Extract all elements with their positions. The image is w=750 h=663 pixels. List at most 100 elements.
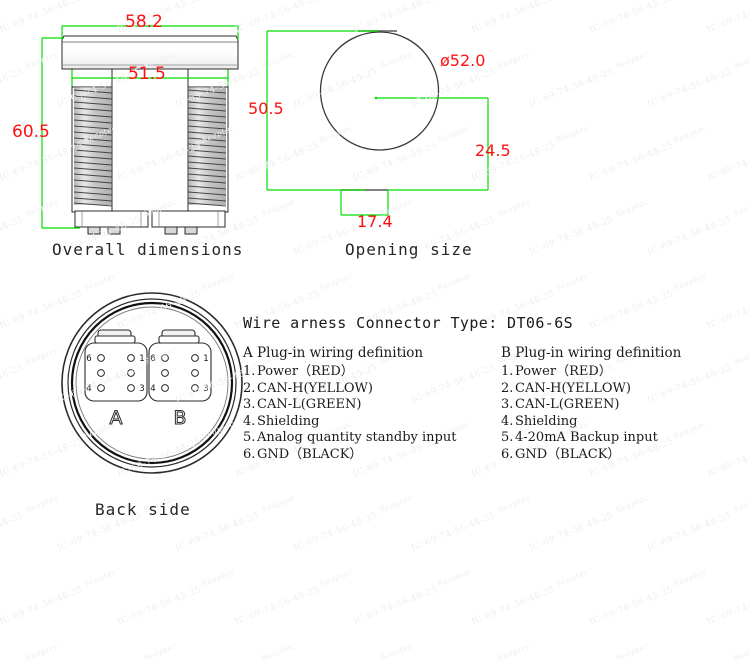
dimension-opening-offset: 24.5 <box>475 141 511 160</box>
list-item: 3. CAN-L(GREEN) <box>243 397 483 414</box>
pin-label: GND（BLACK） <box>515 446 621 462</box>
connector-b-label: B <box>173 407 186 429</box>
back-side-view: 6 1 4 3 6 1 4 3 A B <box>55 288 250 487</box>
watermark-code: IC-69-74-56-48-25 <box>470 584 558 628</box>
wiring-column-b-title: B Plug-in wiring definition <box>501 345 682 361</box>
watermark-code: IC-69-74-56-48-25 <box>588 0 676 36</box>
watermark-code: IC-69-74-56-48-25 <box>292 510 380 554</box>
watermark-brand: Seaptec <box>200 567 236 589</box>
list-item: 6. GND（BLACK） <box>501 447 741 464</box>
list-item: 4. Shielding <box>501 414 741 431</box>
svg-text:1: 1 <box>203 354 208 364</box>
watermark-code: IC-69-74-56-48-25 <box>528 510 616 554</box>
pin-number: 3. <box>501 397 514 413</box>
wiring-definition-block: Wire arness Connector Type: DT06-6S A Pl… <box>243 314 748 464</box>
sensor-threaded-body <box>71 68 229 213</box>
list-item: 5. Analog quantity standby input <box>243 430 483 447</box>
watermark-code: IC-69-74-56-48-25 <box>646 214 734 258</box>
pin-number: 5. <box>243 430 256 446</box>
list-item: 4. Shielding <box>243 414 483 431</box>
caption-overall-dimensions: Overall dimensions <box>52 240 244 259</box>
watermark-brand: Seaptec <box>614 493 650 515</box>
pin-number: 4. <box>243 413 256 429</box>
watermark-brand: Seaptec <box>24 641 60 663</box>
svg-text:3: 3 <box>139 384 144 394</box>
watermark-brand: Seaptec <box>614 197 650 219</box>
watermark-brand: Seaptec <box>554 123 590 145</box>
pin-number: 5. <box>501 430 514 446</box>
dimension-opening-flat: 17.4 <box>357 212 393 231</box>
dimension-width-thread: 51.5 <box>128 64 166 84</box>
watermark-code: IC-69-74-56-48-25 <box>588 584 676 628</box>
pin-label: CAN-H(YELLOW) <box>257 380 373 396</box>
pin-label: CAN-H(YELLOW) <box>515 380 631 396</box>
pin-label: CAN-L(GREEN) <box>515 397 620 413</box>
pin-label: Power（RED） <box>515 364 612 379</box>
watermark-brand: Seaptec <box>732 641 750 663</box>
dimension-height-overall: 60.5 <box>12 122 50 142</box>
pin-number: 4. <box>501 413 514 429</box>
watermark-brand: Seaptec <box>378 493 414 515</box>
watermark-brand: Seaptec <box>672 567 708 589</box>
wiring-column-b: B Plug-in wiring definition 1. Power（RED）… <box>501 345 741 464</box>
pin-number: 6. <box>243 446 256 462</box>
watermark-code: IC-69-74-56-48-25 <box>528 66 616 110</box>
rear-connector-blocks <box>74 210 226 235</box>
watermark-brand: Seaptec <box>732 197 750 219</box>
pin-label: Shielding <box>257 413 320 429</box>
watermark-code: IC-69-74-56-48-25 <box>0 510 26 554</box>
pin-label: Shielding <box>515 413 578 429</box>
pin-label: Analog quantity standby input <box>257 430 457 446</box>
watermark-code: IC-69-74-56-48-25 <box>706 584 750 628</box>
pin-label: CAN-L(GREEN) <box>257 397 362 413</box>
pin-number: 3. <box>243 397 256 413</box>
watermark-code: IC-69-74-56-48-25 <box>352 584 440 628</box>
svg-text:6: 6 <box>150 354 155 364</box>
pin-number: 2. <box>501 380 514 396</box>
watermark-code: IC-69-74-56-48-25 <box>0 362 26 406</box>
wiring-list-b: 1. Power（RED） 2. CAN-H(YELLOW) 3. CAN-L(GRE… <box>501 364 741 464</box>
pin-label: 4-20mA Backup input <box>515 430 658 446</box>
watermark-code: IC-69-74-56-48-25 <box>116 584 204 628</box>
watermark-brand: Seaptec <box>672 271 708 293</box>
svg-text:4: 4 <box>86 384 91 394</box>
wiring-header: Wire arness Connector Type: DT06-6S <box>243 314 574 332</box>
watermark-brand: Seaptec <box>732 493 750 515</box>
svg-text:4: 4 <box>150 384 155 394</box>
watermark-brand: Seaptec <box>554 271 590 293</box>
watermark-brand: Seaptec <box>496 493 532 515</box>
watermark-brand: Seaptec <box>318 271 354 293</box>
list-item: 3. CAN-L(GREEN) <box>501 397 741 414</box>
watermark-brand: Seaptec <box>378 641 414 663</box>
pin-number: 6. <box>501 446 514 462</box>
wiring-list-a: 1. Power（RED） 2. CAN-H(YELLOW) 3. CAN-L(GRE… <box>243 364 483 464</box>
watermark-code: IC-69-74-56-48-25 <box>706 0 750 36</box>
connector-a-label: A <box>110 407 123 429</box>
wiring-column-a: A Plug-in wiring definition 1. Power（RED）… <box>243 345 483 464</box>
wiring-column-a-title: A Plug-in wiring definition <box>243 345 424 361</box>
watermark-brand: Seaptec <box>672 123 708 145</box>
watermark-code: IC-69-74-56-48-25 <box>646 66 734 110</box>
watermark-code: IC-69-74-56-48-25 <box>410 510 498 554</box>
list-item: 6. GND（BLACK） <box>243 447 483 464</box>
watermark-code: IC-69-74-56-48-25 <box>706 140 750 184</box>
watermark-brand: Seaptec <box>260 641 296 663</box>
technical-drawing-sheet: 58.2 51.5 60.5 Overall dimensions 50.5 ø… <box>0 0 750 663</box>
list-item: 5. 4-20mA Backup input <box>501 430 741 447</box>
watermark-code: IC-69-74-56-48-25 <box>588 140 676 184</box>
caption-back-side: Back side <box>95 500 191 519</box>
watermark-brand: Seaptec <box>82 567 118 589</box>
pin-number: 1. <box>501 364 514 379</box>
watermark-code: IC-69-74-56-48-25 <box>646 510 734 554</box>
list-item: 1. Power（RED） <box>243 364 483 381</box>
svg-text:1: 1 <box>139 354 144 364</box>
caption-opening-size: Opening size <box>345 240 473 259</box>
watermark-brand: Seaptec <box>554 567 590 589</box>
watermark-brand: Seaptec <box>436 567 472 589</box>
opening-profile <box>319 31 440 151</box>
watermark-brand: Seaptec <box>24 493 60 515</box>
watermark-brand: Seaptec <box>436 271 472 293</box>
svg-text:6: 6 <box>86 354 91 364</box>
dimension-opening-height: 50.5 <box>248 99 284 118</box>
dimension-width-top: 58.2 <box>125 12 163 32</box>
